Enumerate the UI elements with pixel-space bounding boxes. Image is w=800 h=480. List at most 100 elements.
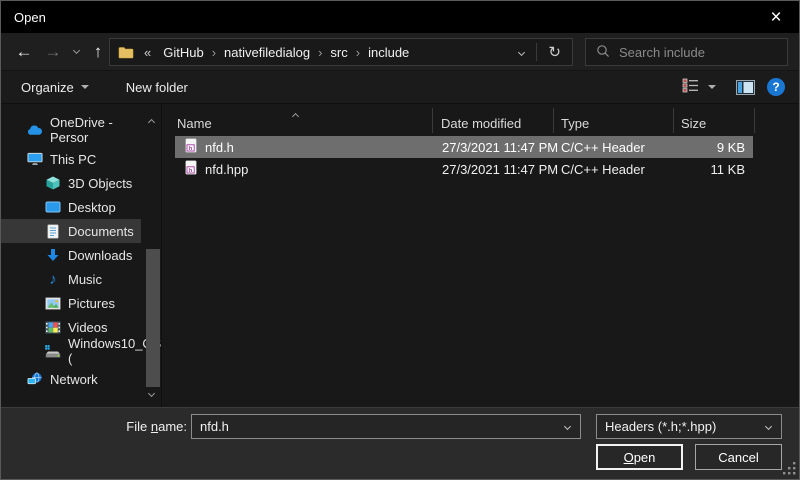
preview-pane-button[interactable] [736,80,755,95]
file-type: C/C++ Header [561,140,701,155]
column-divider[interactable] [673,108,674,133]
file-date-modified: 27/3/2021 11:47 PM [442,140,561,155]
back-button[interactable]: ← [9,33,39,70]
scrollbar-thumb[interactable] [146,249,160,387]
file-size: 9 KB [701,140,753,155]
up-button[interactable]: ↑ [85,33,111,70]
forward-button[interactable]: → [39,33,67,70]
help-icon: ? [772,80,779,94]
header-file-icon: h [185,138,197,156]
column-header-size[interactable]: Size [681,116,706,131]
file-type-combobox[interactable]: Headers (*.h;*.hpp) [596,414,782,439]
sidebar-item-label: Videos [68,320,108,335]
main-area: OneDrive - Persor This PC [1,104,799,407]
sidebar-item-3d-objects[interactable]: 3D Objects [1,171,141,195]
forward-icon: → [45,42,62,62]
folder-icon [118,46,134,59]
open-button[interactable]: Open [596,444,683,470]
file-row-nfd-hpp[interactable]: h nfd.hpp 27/3/2021 11:47 PM C/C++ Heade… [175,158,753,180]
desktop-icon [45,201,61,213]
title-bar: Open × [1,1,799,33]
sidebar-scrollbar[interactable] [145,104,161,407]
column-header-date-modified[interactable]: Date modified [441,116,521,131]
organize-button[interactable]: Organize [21,80,89,95]
sidebar-item-label: 3D Objects [68,176,132,191]
chevron-up-icon [148,119,155,126]
sidebar-item-downloads[interactable]: Downloads [1,243,141,267]
column-header-name[interactable]: Name [177,116,212,131]
document-icon [45,224,61,239]
sidebar-item-desktop[interactable]: Desktop [1,195,141,219]
film-icon [45,321,61,334]
close-icon: × [770,8,781,27]
refresh-icon: ↻ [548,44,561,61]
file-name-value[interactable]: nfd.h [200,419,565,434]
sidebar-item-pictures[interactable]: Pictures [1,291,141,315]
column-divider[interactable] [553,108,554,133]
file-name-combobox[interactable]: nfd.h [191,414,581,439]
help-button[interactable]: ? [767,78,785,96]
close-button[interactable]: × [753,1,799,33]
cancel-button[interactable]: Cancel [695,444,782,470]
caret-down-icon [81,85,89,89]
column-headers: Name Date modified Type Size [163,104,799,135]
caret-down-icon [708,85,716,89]
resize-grip[interactable] [782,461,797,479]
search-input[interactable] [619,45,795,60]
sidebar-item-this-pc[interactable]: This PC [1,147,141,171]
breadcrumb-segment[interactable]: GitHub [156,45,210,60]
sidebar-item-label: Pictures [68,296,115,311]
column-divider[interactable] [432,108,433,133]
breadcrumb-segment[interactable]: src [323,45,354,60]
onedrive-cloud-icon [27,125,43,136]
organize-label: Organize [21,80,74,95]
search-box[interactable] [585,38,788,66]
sidebar-item-windows10-os[interactable]: Windows10_OS ( [1,339,141,363]
chevron-down-icon [518,48,525,55]
address-bar[interactable]: « GitHub › nativefiledialog › src › incl… [109,38,573,66]
breadcrumb-segment[interactable]: include [361,45,416,60]
file-name: nfd.h [205,140,234,155]
sidebar-item-music[interactable]: ♪ Music [1,267,141,291]
change-view-button[interactable] [682,78,716,96]
open-file-dialog: Open × ← → ↑ « GitHub › nativefiledi [0,0,800,480]
sidebar-item-label: Desktop [68,200,116,215]
new-folder-button[interactable]: New folder [126,80,188,95]
file-type-value: Headers (*.h;*.hpp) [605,419,766,434]
hard-drive-icon [45,345,61,358]
file-name: nfd.hpp [205,162,248,177]
file-name-label: File name: [101,419,187,434]
file-size: 11 KB [701,162,753,177]
sidebar-item-label: Music [68,272,102,287]
file-rows: h nfd.h 27/3/2021 11:47 PM C/C++ Header … [175,136,753,180]
command-bar: Organize New folder [1,71,799,104]
column-divider[interactable] [754,108,755,133]
scroll-down-button[interactable] [149,384,154,399]
sidebar-item-label: This PC [50,152,96,167]
chevron-down-icon [148,390,155,397]
column-header-type[interactable]: Type [561,116,589,131]
navigation-toolbar: ← → ↑ « GitHub › nativefiledialog › src … [1,33,799,71]
sidebar-item-onedrive[interactable]: OneDrive - Persor [1,118,141,142]
file-type: C/C++ Header [561,162,701,177]
recent-locations-button[interactable] [67,33,85,70]
sidebar-item-label: OneDrive - Persor [50,115,141,145]
file-list: Name Date modified Type Size [163,104,799,407]
window-title: Open [14,10,46,25]
file-row-nfd-h[interactable]: h nfd.h 27/3/2021 11:47 PM C/C++ Header … [175,136,753,158]
breadcrumb-overflow-icon[interactable]: « [139,45,156,60]
breadcrumb-segment[interactable]: nativefiledialog [217,45,317,60]
network-globe-icon [27,372,43,386]
sidebar-item-documents[interactable]: Documents [1,219,141,243]
refresh-button[interactable]: ↻ [537,43,572,61]
cancel-label: Cancel [718,450,758,465]
music-note-icon: ♪ [45,272,61,287]
scroll-up-button[interactable] [149,113,154,128]
picture-icon [45,297,61,310]
details-view-icon [682,78,700,96]
cube-3d-icon [45,176,61,190]
address-dropdown-button[interactable] [507,50,536,55]
sidebar-item-label: Downloads [68,248,132,263]
sidebar-item-network[interactable]: Network [1,367,141,391]
back-icon: ← [16,42,33,62]
